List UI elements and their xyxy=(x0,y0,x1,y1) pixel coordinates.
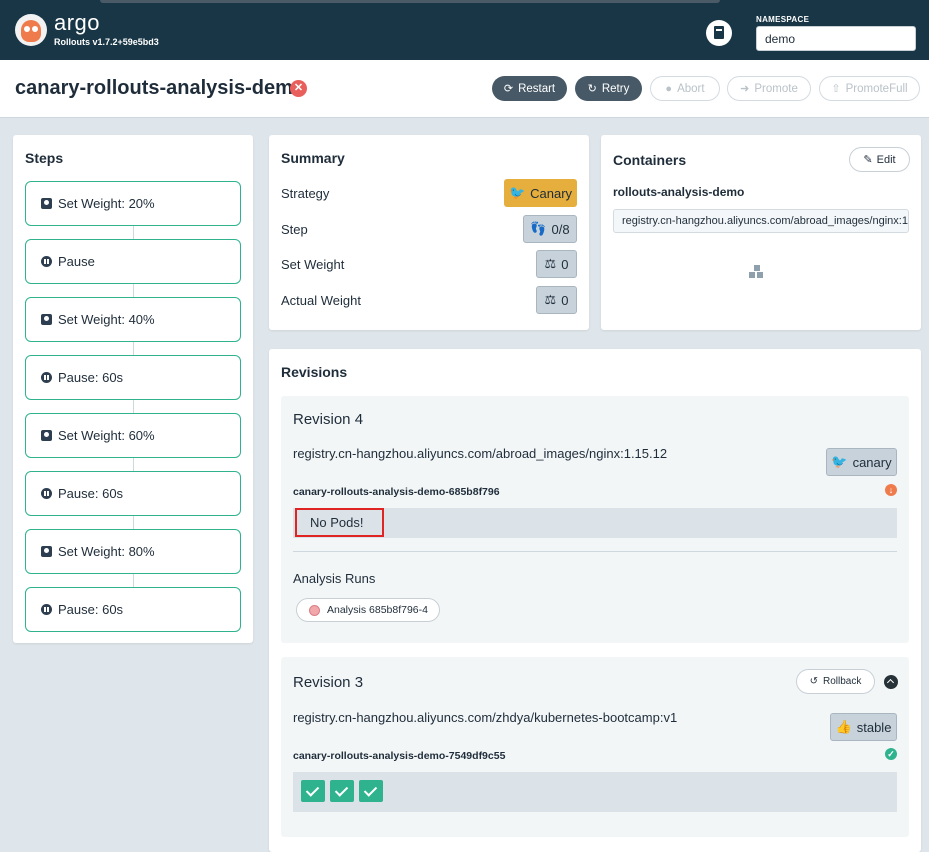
promote-full-button[interactable]: ⇧ PromoteFull xyxy=(819,76,920,101)
pencil-icon: ✎ xyxy=(863,154,873,166)
replicaset-name: canary-rollouts-analysis-demo-7549df9c55 xyxy=(293,750,506,762)
brand-name: argo xyxy=(54,10,101,35)
pause-icon xyxy=(41,256,52,267)
balance-scale-icon: ⚖ xyxy=(544,292,557,307)
analysis-run-pill[interactable]: Analysis 685b8f796-4 xyxy=(296,598,440,622)
pod-healthy-icon[interactable] xyxy=(301,780,325,802)
pods-bar xyxy=(293,772,897,812)
promote-button[interactable]: ➜ Promote xyxy=(727,76,811,101)
rollback-icon: ↺ xyxy=(809,676,819,687)
rollout-header: canary-rollouts-analysis-demo ✕ ⟳ Restar… xyxy=(0,60,929,118)
weight-icon xyxy=(41,430,52,441)
step-item[interactable]: Pause: 60s xyxy=(25,587,241,632)
container-image-input[interactable]: registry.cn-hangzhou.aliyuncs.com/abroad… xyxy=(613,209,909,233)
version-label: Rollouts v1.7.2+59e5bd3 xyxy=(54,37,159,47)
pause-icon xyxy=(41,372,52,383)
revisions-panel: Revisions Revision 4 registry.cn-hangzho… xyxy=(269,349,921,852)
canary-bird-icon: 🐦 xyxy=(831,454,848,469)
failed-status-dot xyxy=(309,604,320,616)
set-weight-badge: ⚖ 0 xyxy=(536,250,577,278)
steps-title: Steps xyxy=(25,150,64,166)
top-nav-bar: argo Rollouts v1.7.2+59e5bd3 NAMESPACE xyxy=(0,0,929,60)
promote-icon: ➜ xyxy=(740,83,750,95)
argo-logo-icon[interactable] xyxy=(15,14,47,46)
divider xyxy=(293,551,897,552)
page-title: canary-rollouts-analysis-demo xyxy=(15,77,306,99)
steps-panel: Steps Set Weight: 20% Pause Set Weight: … xyxy=(13,135,253,643)
step-label: Step xyxy=(281,222,308,237)
canary-bird-icon: 🐦 xyxy=(508,185,526,200)
step-item[interactable]: Pause: 60s xyxy=(25,471,241,516)
step-badge: 👣 0/8 xyxy=(523,215,577,243)
summary-title: Summary xyxy=(281,150,345,166)
replicaset-name: canary-rollouts-analysis-demo-685b8f796 xyxy=(293,486,500,498)
step-connector xyxy=(133,342,134,355)
healthy-status-icon: ✓ xyxy=(885,748,897,760)
abort-icon: ● xyxy=(665,82,673,95)
pods-bar: No Pods! xyxy=(293,508,897,538)
revision-image: registry.cn-hangzhou.aliyuncs.com/abroad… xyxy=(293,446,668,461)
weight-icon xyxy=(41,198,52,209)
namespace-input[interactable] xyxy=(756,26,916,51)
strategy-badge: 🐦 Canary xyxy=(504,179,577,207)
step-item[interactable]: Pause: 60s xyxy=(25,355,241,400)
step-connector xyxy=(133,458,134,471)
scaled-down-status-icon: ↓ xyxy=(885,484,897,496)
step-item[interactable]: Set Weight: 60% xyxy=(25,413,241,458)
pod-healthy-icon[interactable] xyxy=(359,780,383,802)
rollback-button[interactable]: ↺ Rollback xyxy=(796,669,875,694)
step-item[interactable]: Set Weight: 80% xyxy=(25,529,241,574)
edit-button[interactable]: ✎ Edit xyxy=(849,147,910,172)
weight-icon xyxy=(41,546,52,557)
revision-image: registry.cn-hangzhou.aliyuncs.com/zhdya/… xyxy=(293,710,678,725)
canary-tag: 🐦 canary xyxy=(826,448,897,476)
pause-icon xyxy=(41,604,52,615)
containers-title: Containers xyxy=(613,152,687,168)
pause-icon xyxy=(41,488,52,499)
retry-button[interactable]: ↻ Retry xyxy=(575,76,642,101)
actual-weight-badge: ⚖ 0 xyxy=(536,286,577,314)
step-item[interactable]: Set Weight: 20% xyxy=(25,181,241,226)
shoe-prints-icon: 👣 xyxy=(530,221,547,236)
documentation-icon[interactable] xyxy=(706,20,732,46)
stable-tag: 👍 stable xyxy=(830,713,897,741)
revision-title: Revision 3 xyxy=(293,674,364,691)
retry-icon: ↻ xyxy=(587,83,597,95)
step-item[interactable]: Set Weight: 40% xyxy=(25,297,241,342)
restart-button[interactable]: ⟳ Restart xyxy=(492,76,567,101)
actual-weight-label: Actual Weight xyxy=(281,293,361,308)
no-pods-message: No Pods! xyxy=(295,508,384,537)
summary-panel: Summary Strategy 🐦 Canary Step 👣 0/8 Set W… xyxy=(269,135,589,330)
restart-icon: ⟳ xyxy=(503,83,514,95)
set-weight-label: Set Weight xyxy=(281,257,345,272)
error-status-icon: ✕ xyxy=(290,80,307,97)
revisions-title: Revisions xyxy=(281,364,348,380)
revision-4-card: Revision 4 registry.cn-hangzhou.aliyuncs… xyxy=(281,396,909,643)
collapse-chevron-icon[interactable] xyxy=(884,675,898,689)
step-connector xyxy=(133,226,134,239)
pod-healthy-icon[interactable] xyxy=(330,780,354,802)
boxes-icon xyxy=(749,265,765,279)
analysis-runs-label: Analysis Runs xyxy=(293,571,376,586)
step-connector xyxy=(133,284,134,297)
revision-title: Revision 4 xyxy=(293,411,364,428)
balance-scale-icon: ⚖ xyxy=(544,256,557,271)
promote-full-icon: ⇧ xyxy=(831,83,841,95)
abort-button[interactable]: ● Abort xyxy=(650,76,720,101)
weight-icon xyxy=(41,314,52,325)
container-name: rollouts-analysis-demo xyxy=(613,185,745,199)
browser-strip xyxy=(100,0,720,3)
step-item[interactable]: Pause xyxy=(25,239,241,284)
step-connector xyxy=(133,516,134,529)
strategy-label: Strategy xyxy=(281,186,330,201)
step-connector xyxy=(133,574,134,587)
namespace-label: NAMESPACE xyxy=(756,15,810,24)
step-connector xyxy=(133,400,134,413)
revision-3-card: Revision 3 ↺ Rollback registry.cn-hangzho… xyxy=(281,657,909,837)
containers-panel: Containers ✎ Edit rollouts-analysis-demo … xyxy=(601,135,921,330)
thumbs-up-icon: 👍 xyxy=(835,719,852,734)
